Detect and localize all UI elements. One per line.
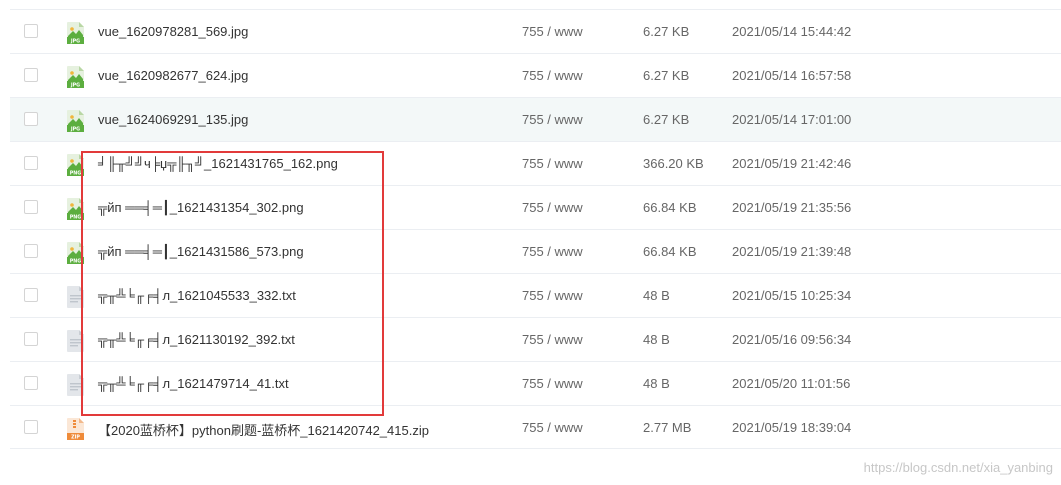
jpg-file-icon: JPG [67,66,84,89]
file-modified-time: 2021/05/20 11:01:56 [732,376,851,391]
file-row[interactable]: PNG ╛╟╥╝╝ч╞џ╦╟╖╝_1621431765_162.png 755 / … [10,141,1061,185]
file-name-link[interactable]: ╦╥╩╘╓╒╡л_1621045533_332.txt [98,288,296,303]
file-name-link[interactable]: ╦╥╩╘╓╒╡л_1621479714_41.txt [98,376,289,391]
file-modified-time: 2021/05/15 10:25:34 [732,288,852,303]
file-permission[interactable]: 755 / www [522,244,583,259]
file-permission[interactable]: 755 / www [522,112,583,127]
row-checkbox[interactable] [24,244,38,258]
file-name-link[interactable]: vue_1624069291_135.jpg [98,112,248,127]
file-name-link[interactable]: ╛╟╥╝╝ч╞џ╦╟╖╝_1621431765_162.png [98,156,338,171]
file-row[interactable]: JPG vue_1620978281_569.jpg 755 / www 6.27 K… [10,9,1061,53]
png-file-icon: PNG [67,198,84,221]
file-permission[interactable]: 755 / www [522,24,583,39]
svg-text:PNG: PNG [70,259,82,265]
file-permission[interactable]: 755 / www [522,332,583,347]
row-checkbox[interactable] [24,200,38,214]
row-checkbox[interactable] [24,376,38,390]
file-modified-time: 2021/05/19 21:42:46 [732,156,852,171]
file-permission[interactable]: 755 / www [522,376,583,391]
file-size: 66.84 KB [643,244,697,259]
file-row[interactable]: ╦╥╩╘╓╒╡л_1621130192_392.txt 755 / www 48 B… [10,317,1061,361]
file-size: 6.27 KB [643,24,690,39]
svg-text:PNG: PNG [70,215,82,221]
file-modified-time: 2021/05/19 21:35:56 [732,200,852,215]
file-permission[interactable]: 755 / www [522,200,583,215]
file-size: 48 B [643,376,670,391]
file-name-link[interactable]: vue_1620982677_624.jpg [98,68,248,83]
file-name-link[interactable]: vue_1620978281_569.jpg [98,24,248,39]
row-checkbox[interactable] [24,156,38,170]
zip-file-icon: ZIP [67,418,84,441]
file-modified-time: 2021/05/16 09:56:34 [732,332,852,347]
svg-text:JPG: JPG [70,127,80,133]
file-name-link[interactable]: 【2020蓝桥杯】python刷题-蓝桥杯_1621420742_415.zip [98,420,429,439]
file-name-link[interactable]: ╦╥╩╘╓╒╡л_1621130192_392.txt [98,332,295,347]
file-modified-time: 2021/05/19 18:39:04 [732,420,852,435]
file-row[interactable]: JPG vue_1624069291_135.jpg 755 / www 6.27 K… [10,97,1061,141]
row-checkbox[interactable] [24,112,38,126]
file-name-link[interactable]: ╦йп ══╡═┃_1621431354_302.png [98,200,304,216]
row-checkbox[interactable] [24,68,38,82]
txt-file-icon [67,374,84,396]
file-permission[interactable]: 755 / www [522,156,583,171]
jpg-file-icon: JPG [67,110,84,133]
file-size: 366.20 KB [643,156,704,171]
file-list: JPG vue_1620978281_569.jpg 755 / www 6.27 K… [10,9,1061,449]
file-size: 2.77 MB [643,420,692,435]
file-row[interactable]: ╦╥╩╘╓╒╡л_1621479714_41.txt 755 / www 48 B 2… [10,361,1061,405]
file-size: 6.27 KB [643,112,690,127]
png-file-icon: PNG [67,242,84,265]
watermark-text: https://blog.csdn.net/xia_yanbing [863,460,1053,475]
file-row[interactable]: PNG ╦йп ══╡═┃_1621431354_302.png 755 / www… [10,185,1061,229]
file-row[interactable]: ╦╥╩╘╓╒╡л_1621045533_332.txt 755 / www 48 B… [10,273,1061,317]
jpg-file-icon: JPG [67,22,84,45]
txt-file-icon [67,330,84,352]
file-size: 48 B [643,288,670,303]
file-row[interactable]: JPG vue_1620982677_624.jpg 755 / www 6.27 K… [10,53,1061,97]
file-permission[interactable]: 755 / www [522,288,583,303]
file-size: 6.27 KB [643,68,690,83]
file-modified-time: 2021/05/14 16:57:58 [732,68,852,83]
file-permission[interactable]: 755 / www [522,420,583,435]
file-modified-time: 2021/05/14 17:01:00 [732,112,852,127]
file-size: 48 B [643,332,670,347]
file-row[interactable]: PNG ╦йп ══╡═┃_1621431586_573.png 755 / www… [10,229,1061,273]
file-modified-time: 2021/05/19 21:39:48 [732,244,852,259]
row-checkbox[interactable] [24,420,38,434]
png-file-icon: PNG [67,154,84,177]
svg-text:PNG: PNG [70,171,82,177]
txt-file-icon [67,286,84,308]
row-checkbox[interactable] [24,288,38,302]
file-permission[interactable]: 755 / www [522,68,583,83]
file-row[interactable]: ZIP 【2020蓝桥杯】python刷题-蓝桥杯_1621420742_415.… [10,405,1061,449]
svg-text:JPG: JPG [70,83,80,89]
row-checkbox[interactable] [24,24,38,38]
file-name-link[interactable]: ╦йп ══╡═┃_1621431586_573.png [98,244,304,260]
row-checkbox[interactable] [24,332,38,346]
file-size: 66.84 KB [643,200,697,215]
svg-text:ZIP: ZIP [71,435,80,441]
file-modified-time: 2021/05/14 15:44:42 [732,24,852,39]
svg-text:JPG: JPG [70,39,80,45]
